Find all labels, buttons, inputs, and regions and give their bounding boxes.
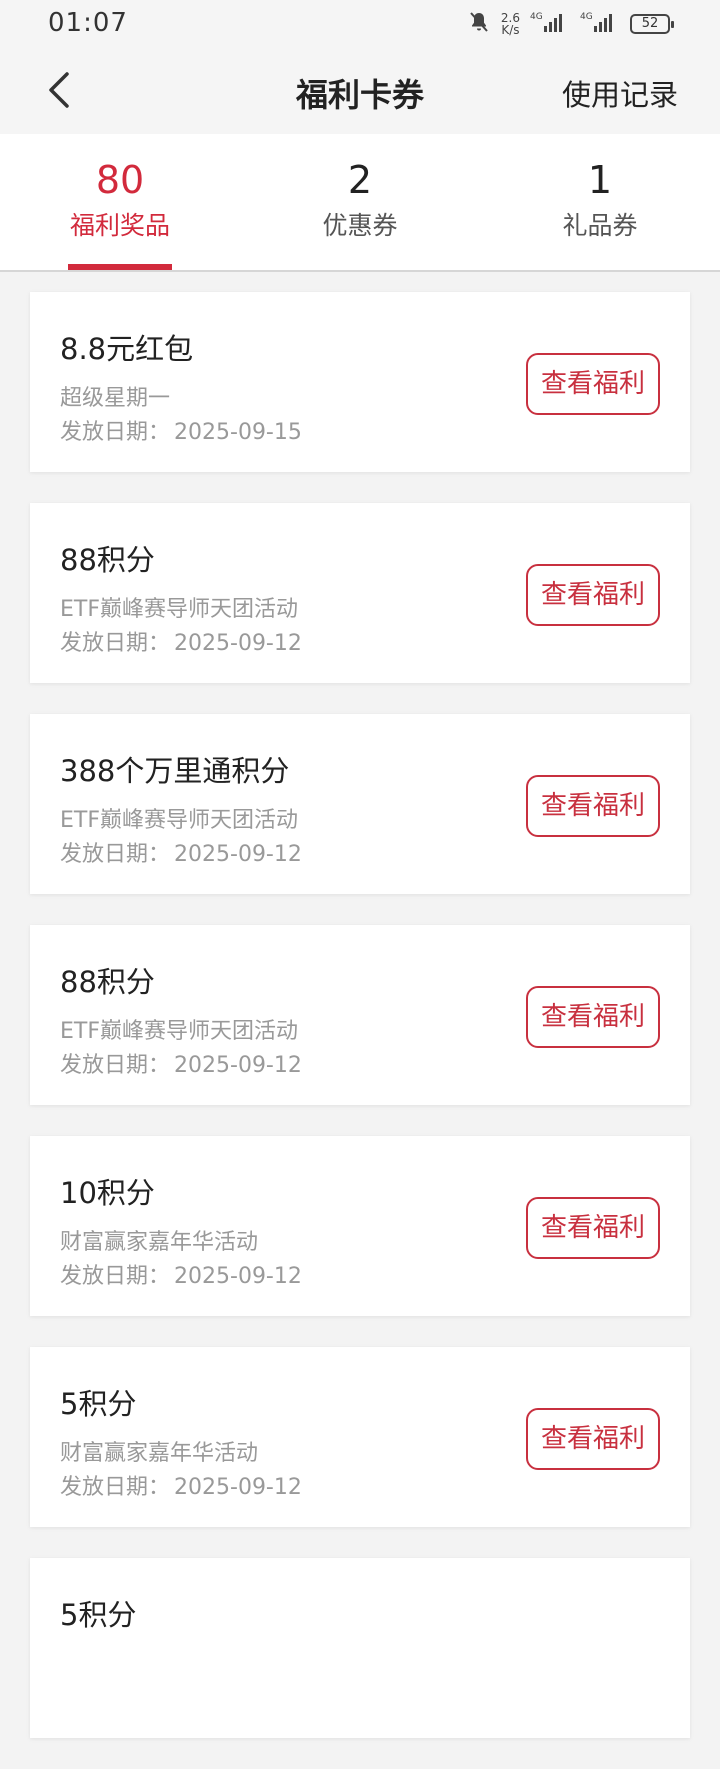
tab-count: 80 bbox=[95, 158, 145, 202]
list-item: 5积分 财富赢家嘉年华活动 发放日期： 2025-09-12 查看福利 bbox=[30, 1347, 690, 1527]
list-item: 388个万里通积分 ETF巅峰赛导师天团活动 发放日期： 2025-09-12 查… bbox=[30, 714, 690, 894]
item-title: 88积分 bbox=[60, 543, 155, 577]
status-icons: 2.6 K/s 4G 4G 52 bbox=[467, 10, 674, 38]
list-item: 8.8元红包 超级星期一 发放日期： 2025-09-15 查看福利 bbox=[30, 292, 690, 472]
tab-count: 1 bbox=[587, 158, 613, 202]
item-source: ETF巅峰赛导师天团活动 bbox=[60, 1019, 298, 1044]
list-item: 88积分 ETF巅峰赛导师天团活动 发放日期： 2025-09-12 查看福利 bbox=[30, 925, 690, 1105]
item-date: 发放日期： 2025-09-12 bbox=[60, 631, 302, 656]
item-source: ETF巅峰赛导师天团活动 bbox=[60, 597, 298, 622]
item-source: 财富赢家嘉年华活动 bbox=[60, 1230, 259, 1255]
tab-coupons[interactable]: 2 优惠券 bbox=[240, 134, 480, 270]
view-welfare-button[interactable]: 查看福利 bbox=[526, 775, 660, 837]
item-date: 发放日期： 2025-09-12 bbox=[60, 1053, 302, 1078]
tab-label: 优惠券 bbox=[322, 211, 398, 240]
view-welfare-button[interactable]: 查看福利 bbox=[526, 353, 660, 415]
view-welfare-button[interactable]: 查看福利 bbox=[526, 986, 660, 1048]
item-source: 财富赢家嘉年华活动 bbox=[60, 1441, 259, 1466]
view-welfare-button[interactable]: 查看福利 bbox=[526, 1197, 660, 1259]
bell-muted-icon bbox=[467, 10, 491, 38]
tab-count: 2 bbox=[347, 158, 373, 202]
list-item: 88积分 ETF巅峰赛导师天团活动 发放日期： 2025-09-12 查看福利 bbox=[30, 503, 690, 683]
tab-gift-vouchers[interactable]: 1 礼品券 bbox=[480, 134, 720, 270]
welfare-list: 8.8元红包 超级星期一 发放日期： 2025-09-15 查看福利 88积分 E… bbox=[30, 292, 690, 1769]
item-title: 10积分 bbox=[60, 1176, 155, 1210]
chevron-left-icon bbox=[49, 72, 69, 108]
tab-label: 礼品券 bbox=[562, 211, 638, 240]
item-title: 8.8元红包 bbox=[60, 332, 194, 366]
tab-label: 福利奖品 bbox=[69, 211, 170, 240]
network-speed: 2.6 K/s bbox=[500, 11, 520, 37]
signal-icon-2: 4G bbox=[580, 10, 620, 38]
status-time: 01:07 bbox=[48, 8, 128, 38]
item-title: 88积分 bbox=[60, 965, 155, 999]
svg-text:4G: 4G bbox=[530, 12, 543, 22]
battery-icon: 52 bbox=[630, 14, 674, 34]
item-source: 超级星期一 bbox=[60, 386, 171, 411]
item-date: 发放日期： 2025-09-12 bbox=[60, 1475, 302, 1500]
tab-welfare-prizes[interactable]: 80 福利奖品 bbox=[0, 134, 240, 270]
view-welfare-button[interactable]: 查看福利 bbox=[526, 564, 660, 626]
item-date: 发放日期： 2025-09-15 bbox=[60, 420, 302, 445]
list-item: 5积分 bbox=[30, 1558, 690, 1738]
view-welfare-button[interactable]: 查看福利 bbox=[526, 1408, 660, 1470]
item-date: 发放日期： 2025-09-12 bbox=[60, 1264, 302, 1289]
item-source: ETF巅峰赛导师天团活动 bbox=[60, 808, 298, 833]
nav-bar: 福利卡券 使用记录 bbox=[0, 46, 720, 134]
back-button[interactable] bbox=[36, 64, 84, 116]
item-title: 5积分 bbox=[60, 1387, 137, 1421]
tab-bar: 80 福利奖品 2 优惠券 1 礼品券 bbox=[0, 134, 720, 272]
svg-text:4G: 4G bbox=[580, 12, 593, 22]
item-title: 5积分 bbox=[60, 1598, 137, 1632]
signal-icon: 4G bbox=[530, 10, 570, 38]
active-tab-indicator bbox=[68, 264, 172, 270]
list-item: 10积分 财富赢家嘉年华活动 发放日期： 2025-09-12 查看福利 bbox=[30, 1136, 690, 1316]
usage-history-link[interactable]: 使用记录 bbox=[562, 72, 678, 114]
item-date: 发放日期： 2025-09-12 bbox=[60, 842, 302, 867]
item-title: 388个万里通积分 bbox=[60, 754, 290, 788]
status-bar: 01:07 2.6 K/s 4G 4G 52 bbox=[0, 0, 720, 46]
